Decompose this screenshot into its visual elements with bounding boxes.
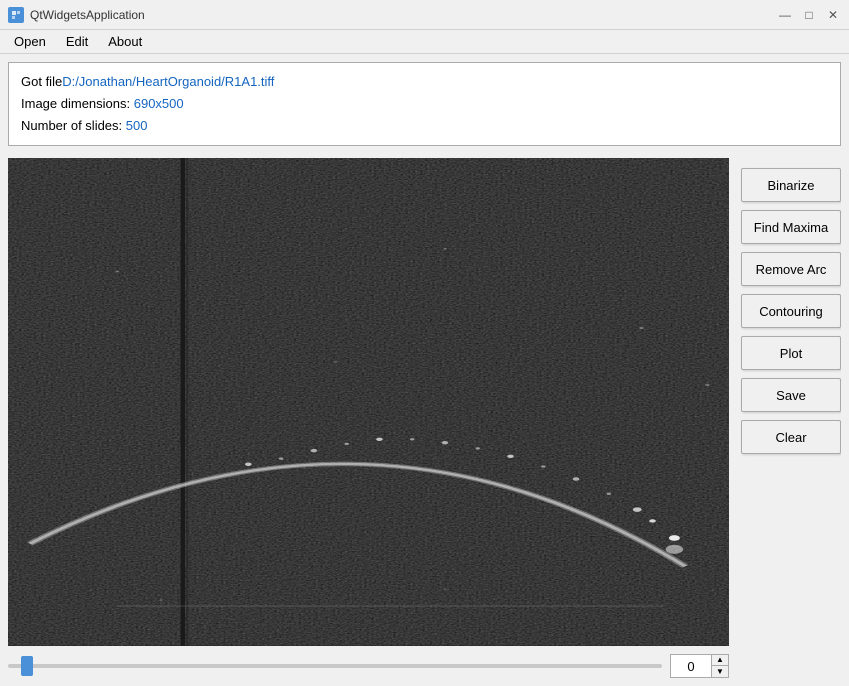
info-slides-prefix: Number of slides: (21, 118, 126, 133)
info-slides-value: 500 (126, 118, 148, 133)
menu-edit[interactable]: Edit (56, 32, 98, 51)
info-dims-value: 690x500 (134, 96, 184, 111)
plot-button[interactable]: Plot (741, 336, 841, 370)
info-box: Got fileD:/Jonathan/HeartOrganoid/R1A1.t… (8, 62, 841, 146)
slider-spinners: ▲ ▼ (711, 655, 728, 677)
main-content: Got fileD:/Jonathan/HeartOrganoid/R1A1.t… (0, 54, 849, 686)
image-panel: ▲ ▼ (8, 158, 729, 678)
title-bar: QtWidgetsApplication — □ ✕ (0, 0, 849, 30)
menu-open[interactable]: Open (4, 32, 56, 51)
maximize-button[interactable]: □ (801, 7, 817, 23)
info-line-2: Image dimensions: 690x500 (21, 93, 828, 115)
title-bar-controls: — □ ✕ (777, 7, 841, 23)
remove-arc-button[interactable]: Remove Arc (741, 252, 841, 286)
info-line-1: Got fileD:/Jonathan/HeartOrganoid/R1A1.t… (21, 71, 828, 93)
app-icon (8, 7, 24, 23)
window-title: QtWidgetsApplication (30, 8, 145, 22)
slider-area: ▲ ▼ (8, 654, 729, 678)
slider-thumb[interactable] (21, 656, 33, 676)
image-container (8, 158, 729, 646)
close-button[interactable]: ✕ (825, 7, 841, 23)
menu-bar: Open Edit About (0, 30, 849, 54)
spin-up-button[interactable]: ▲ (712, 655, 728, 666)
slider-input-wrap: ▲ ▼ (670, 654, 729, 678)
content-area: ▲ ▼ Binarize Find Maxima Remove Arc Cont… (8, 158, 841, 678)
find-maxima-button[interactable]: Find Maxima (741, 210, 841, 244)
info-dims-prefix: Image dimensions: (21, 96, 134, 111)
info-file-prefix: Got file (21, 74, 62, 89)
save-button[interactable]: Save (741, 378, 841, 412)
menu-about[interactable]: About (98, 32, 152, 51)
slider-number-input[interactable] (671, 655, 711, 677)
spin-down-button[interactable]: ▼ (712, 666, 728, 677)
info-line-3: Number of slides: 500 (21, 115, 828, 137)
minimize-button[interactable]: — (777, 7, 793, 23)
clear-button[interactable]: Clear (741, 420, 841, 454)
info-file-value: D:/Jonathan/HeartOrganoid/R1A1.tiff (62, 74, 274, 89)
slider-track[interactable] (8, 664, 662, 668)
title-bar-left: QtWidgetsApplication (8, 7, 145, 23)
contouring-button[interactable]: Contouring (741, 294, 841, 328)
image-canvas (8, 158, 729, 646)
binarize-button[interactable]: Binarize (741, 168, 841, 202)
buttons-panel: Binarize Find Maxima Remove Arc Contouri… (741, 158, 841, 678)
